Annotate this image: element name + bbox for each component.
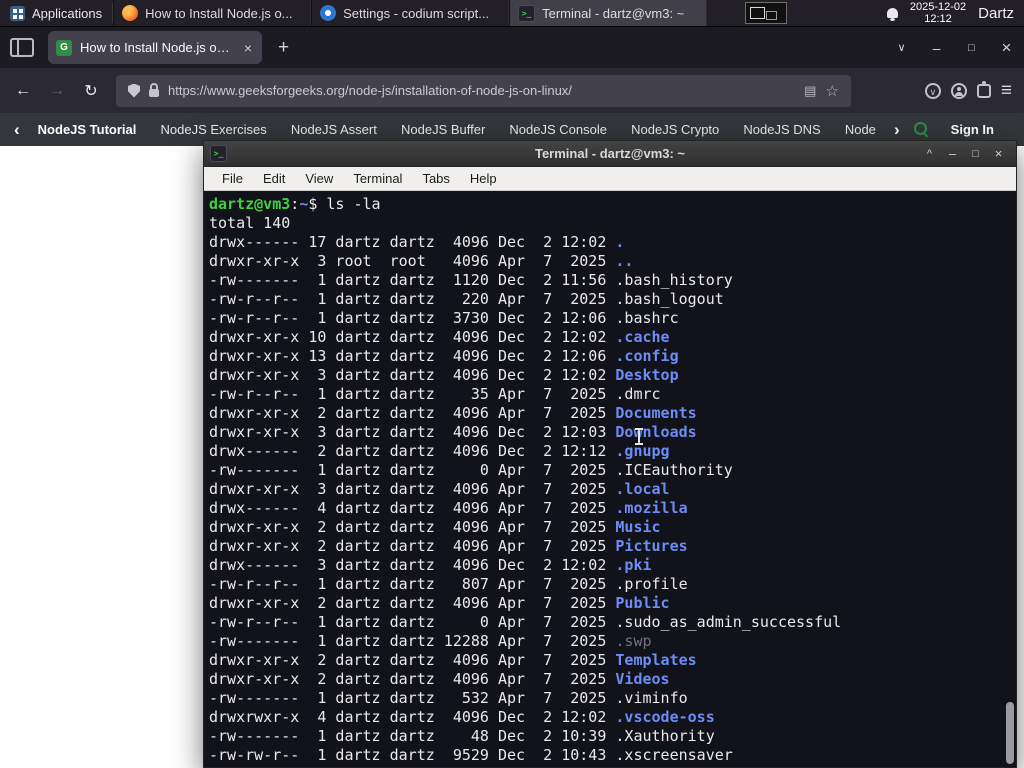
taskbar-window-label: How to Install Node.js o... [145, 5, 293, 21]
applications-label: Applications [32, 5, 103, 21]
url-text[interactable]: https://www.geeksforgeeks.org/node-js/in… [168, 83, 795, 98]
terminal-output: dartz@vm3:~$ ls -la total 140 drwx------… [209, 195, 842, 764]
taskbar-window-label: Settings - codium script... [343, 5, 490, 21]
menu-view[interactable]: View [295, 167, 343, 191]
window-maximize-button[interactable]: □ [954, 27, 989, 68]
menu-terminal[interactable]: Terminal [343, 167, 412, 191]
site-nav-link[interactable]: NodeJS Tutorial [38, 122, 137, 137]
search-icon[interactable] [913, 122, 929, 137]
terminal-minimize-button[interactable]: – [941, 142, 964, 166]
menu-tabs[interactable]: Tabs [412, 167, 459, 191]
workspace-switcher[interactable] [745, 2, 788, 24]
reload-button[interactable]: ↻ [76, 76, 106, 106]
browser-tab[interactable]: G How to Install Node.js on... × [48, 31, 262, 64]
tab-favicon: G [56, 39, 72, 56]
scrollbar-thumb[interactable] [1006, 702, 1014, 764]
mouse-cursor [635, 428, 643, 445]
terminal-screen[interactable]: dartz@vm3:~$ ls -la total 140 drwx------… [204, 191, 1016, 767]
site-nav-link[interactable]: NodeJS Exercises [161, 122, 267, 137]
top-panel: Applications How to Install Node.js o...… [0, 0, 1024, 27]
reader-mode-icon[interactable]: ▤ [804, 83, 816, 99]
workspace-window-thumb [750, 7, 766, 19]
navigation-toolbar: ← → ↻ https://www.geeksforgeeks.org/node… [0, 68, 1024, 113]
clock-time: 12:12 [924, 13, 952, 25]
terminal-icon: >_ [210, 145, 227, 162]
terminal-icon: >_ [518, 4, 536, 22]
site-nav-link[interactable]: NodeJS Buffer [401, 122, 485, 137]
applications-icon [10, 5, 25, 21]
menu-help[interactable]: Help [460, 167, 507, 191]
bookmark-star-icon[interactable]: ☆ [825, 82, 838, 100]
site-nav: NodeJS Tutorial NodeJS Exercises NodeJS As… [38, 122, 876, 137]
window-close-button[interactable]: × [989, 27, 1024, 68]
site-nav-link[interactable]: NodeJS Console [509, 122, 607, 137]
taskbar-window-settings[interactable]: Settings - codium script... [311, 0, 510, 26]
site-nav-link[interactable]: NodeJS Crypto [631, 122, 719, 137]
nav-scroll-right-icon[interactable]: › [894, 121, 900, 138]
menu-file[interactable]: File [212, 167, 253, 191]
taskbar-window-firefox[interactable]: How to Install Node.js o... [113, 0, 312, 26]
back-button[interactable]: ← [8, 76, 38, 106]
forward-button[interactable]: → [42, 76, 72, 106]
list-all-tabs-button[interactable]: ∨ [884, 27, 919, 68]
clock[interactable]: 2025-12-02 12:12 [910, 1, 966, 25]
menu-edit[interactable]: Edit [253, 167, 295, 191]
pocket-icon[interactable]: ∨ [924, 82, 941, 99]
settings-icon [320, 5, 337, 21]
terminal-maximize-button[interactable]: □ [964, 142, 987, 166]
firefox-view-icon[interactable] [10, 38, 34, 57]
applications-menu[interactable]: Applications [0, 0, 112, 26]
taskbar-window-terminal[interactable]: >_ Terminal - dartz@vm3: ~ [509, 0, 708, 26]
menu-button[interactable]: ≡ [1001, 80, 1012, 102]
extensions-icon[interactable] [976, 80, 991, 98]
terminal-window: >_ Terminal - dartz@vm3: ~ ^ – □ × File … [203, 140, 1017, 768]
terminal-shade-button[interactable]: ^ [918, 142, 941, 166]
workspace-window-thumb [766, 11, 778, 20]
tab-title: How to Install Node.js on... [80, 40, 234, 55]
tracking-protection-shield-icon[interactable] [128, 83, 140, 98]
panel-user[interactable]: Dartz [978, 5, 1014, 22]
account-icon[interactable] [950, 82, 967, 99]
new-tab-button[interactable]: + [272, 37, 295, 59]
notifications-bell-icon[interactable] [886, 8, 898, 21]
tab-close-button[interactable]: × [242, 39, 254, 57]
url-bar[interactable]: https://www.geeksforgeeks.org/node-js/in… [116, 74, 851, 107]
window-minimize-button[interactable]: – [919, 27, 954, 68]
taskbar-window-label: Terminal - dartz@vm3: ~ [542, 5, 685, 21]
clock-date: 2025-12-02 [909, 1, 967, 13]
terminal-scrollbar[interactable] [1004, 191, 1015, 767]
firefox-icon [122, 5, 139, 21]
site-nav-link[interactable]: Node [845, 122, 876, 137]
terminal-title: Terminal - dartz@vm3: ~ [534, 146, 686, 161]
sign-in-button[interactable]: Sign In [951, 122, 1010, 137]
terminal-titlebar[interactable]: >_ Terminal - dartz@vm3: ~ ^ – □ × [204, 141, 1016, 167]
site-nav-link[interactable]: NodeJS Assert [291, 122, 377, 137]
terminal-close-button[interactable]: × [987, 142, 1010, 166]
site-nav-link[interactable]: NodeJS DNS [743, 122, 820, 137]
terminal-menubar: File Edit View Terminal Tabs Help [204, 167, 1016, 191]
nav-scroll-left-icon[interactable]: ‹ [14, 121, 20, 138]
tab-bar: G How to Install Node.js on... × + ∨ – □… [0, 27, 1024, 68]
lock-icon[interactable] [149, 83, 159, 97]
